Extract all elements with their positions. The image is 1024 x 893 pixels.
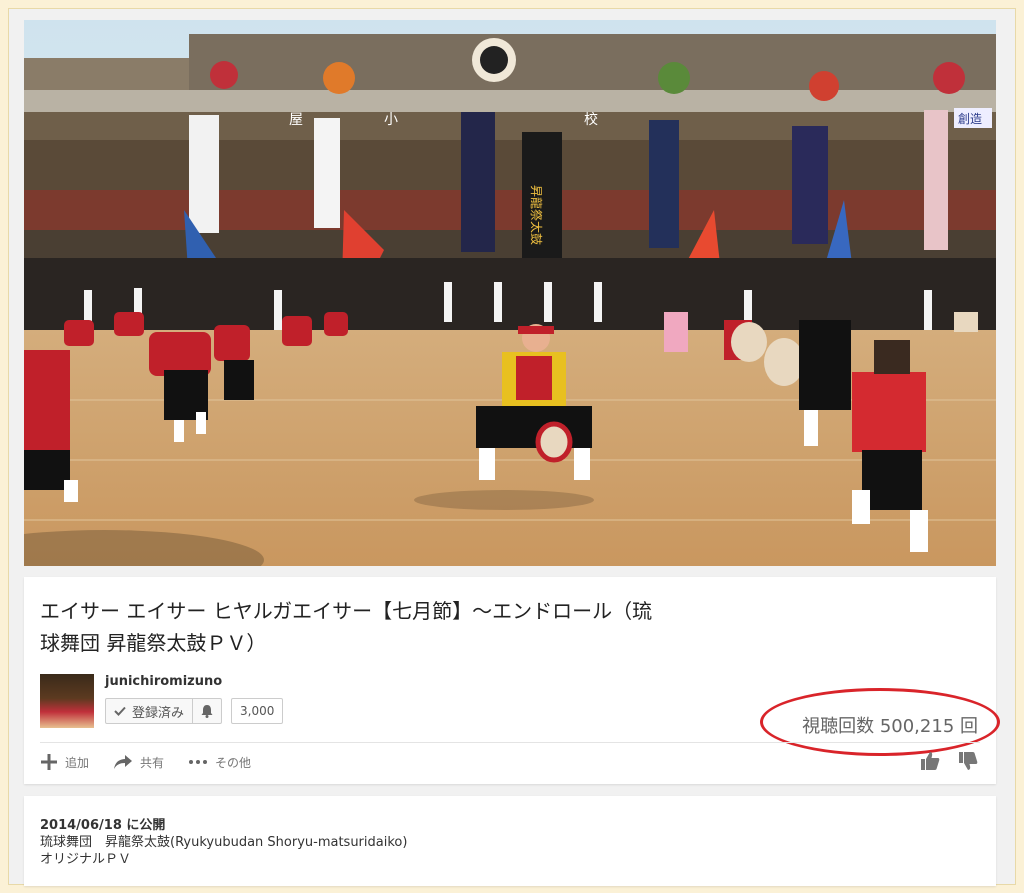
add-label: 追加 bbox=[65, 755, 90, 770]
thumbs-up-icon[interactable] bbox=[920, 751, 940, 771]
video-frame-image: 屋 小 校 創造 昇龍祭太鼓 bbox=[24, 20, 996, 566]
subscribe-button[interactable]: 登録済み bbox=[105, 698, 223, 724]
thumbs-down-icon[interactable] bbox=[958, 751, 978, 771]
bell-icon bbox=[201, 705, 213, 718]
divider bbox=[40, 742, 980, 743]
building-sign-char: 屋 bbox=[289, 112, 303, 128]
highlight-circle bbox=[760, 688, 1000, 756]
add-button[interactable]: 追加 bbox=[40, 753, 89, 771]
description-text: 琉球舞団 昇龍祭太鼓(Ryukyubudan Shoryu-matsuridai… bbox=[40, 834, 407, 868]
notification-bell-button[interactable] bbox=[192, 699, 221, 723]
video-info-card: エイサー エイサー ヒヤルガエイサー【七月節】～エンドロール（琉 球舞団 昇龍祭… bbox=[24, 577, 1000, 784]
video-title: エイサー エイサー ヒヤルガエイサー【七月節】～エンドロール（琉 球舞団 昇龍祭… bbox=[40, 595, 760, 659]
description-line2: オリジナルＰＶ bbox=[40, 852, 132, 867]
banner-text: 昇龍祭太鼓 bbox=[529, 185, 544, 245]
plus-icon bbox=[41, 754, 57, 770]
building-sign-right: 創造 bbox=[958, 112, 982, 126]
video-title-line1: エイサー エイサー ヒヤルガエイサー【七月節】～エンドロール（琉 bbox=[40, 599, 653, 623]
building-sign-char: 小 bbox=[384, 112, 398, 128]
share-button[interactable]: 共有 bbox=[113, 754, 164, 771]
channel-name[interactable]: junichiromizuno bbox=[105, 674, 222, 689]
video-title-line2: 球舞団 昇龍祭太鼓ＰＶ） bbox=[40, 631, 267, 655]
subscribed-label: 登録済み bbox=[132, 705, 185, 721]
publish-date: 2014/06/18 に公開 bbox=[40, 818, 166, 833]
checkmark-icon bbox=[114, 706, 126, 716]
share-icon bbox=[114, 755, 133, 769]
share-label: 共有 bbox=[140, 755, 165, 770]
rating-buttons bbox=[920, 751, 978, 771]
more-dots-icon bbox=[189, 760, 208, 764]
video-player[interactable]: 屋 小 校 創造 昇龍祭太鼓 bbox=[24, 20, 996, 566]
action-bar: 追加 共有 その他 bbox=[40, 753, 251, 771]
description-line1: 琉球舞団 昇龍祭太鼓(Ryukyubudan Shoryu-matsuridai… bbox=[40, 835, 408, 850]
more-button[interactable]: その他 bbox=[188, 754, 251, 771]
channel-avatar[interactable] bbox=[40, 674, 94, 728]
building-sign-char: 校 bbox=[584, 111, 598, 128]
subscriber-count: 3,000 bbox=[231, 698, 284, 724]
more-label: その他 bbox=[215, 755, 252, 770]
description-card: 2014/06/18 に公開 琉球舞団 昇龍祭太鼓(Ryukyubudan Sh… bbox=[24, 796, 996, 886]
